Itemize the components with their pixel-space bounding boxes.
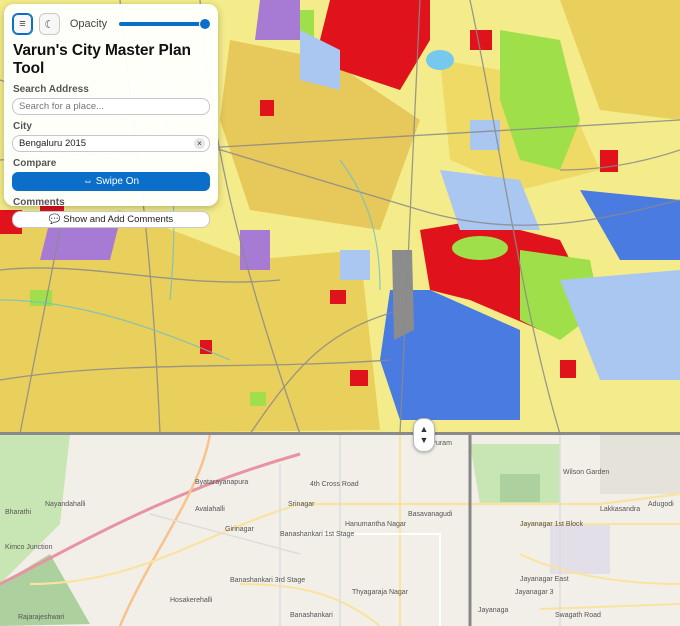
app-title: Varun's City Master Plan Tool xyxy=(13,42,191,77)
place-label: Jayanaga xyxy=(478,607,508,614)
place-label: Jayanagar East xyxy=(520,576,569,583)
chevron-up-icon: ▲ xyxy=(419,424,429,434)
place-label: Hanumantha Nagar xyxy=(345,521,407,528)
place-label: Srinagar xyxy=(288,501,315,508)
opacity-label: Opacity xyxy=(69,18,108,30)
control-panel: ≡ ☾ Opacity Varun's City Master Plan Too… xyxy=(4,4,218,228)
place-label: Jayanagar 1st Block xyxy=(520,521,584,528)
comments-label: Comments xyxy=(13,197,65,208)
swipe-toggle-button[interactable]: ⇔ Swipe On xyxy=(12,172,210,191)
place-label: Girinagar xyxy=(225,526,254,533)
search-input[interactable]: Search for a place... xyxy=(12,98,210,115)
opacity-slider[interactable] xyxy=(119,17,212,31)
place-label: Avalahalli xyxy=(195,506,225,513)
place-label: Kimco Junction xyxy=(5,544,53,551)
place-label: Wilson Garden xyxy=(563,469,609,476)
city-label: City xyxy=(13,121,32,132)
place-label: Nayandahalli xyxy=(45,501,86,508)
place-label: Adugodi xyxy=(648,501,674,508)
place-label: Banashankari 3rd Stage xyxy=(230,577,305,584)
place-label: Rajarajeshwari xyxy=(18,614,65,621)
swipe-divider[interactable] xyxy=(0,432,680,435)
place-label: Basavanagudi xyxy=(408,511,453,518)
city-value: Bengaluru 2015 xyxy=(19,138,87,149)
place-label: Bharathi xyxy=(5,509,32,516)
swipe-handle[interactable]: ▲ ▼ xyxy=(413,418,435,452)
place-label: Swagath Road xyxy=(555,612,601,619)
place-label: Jayanagar 3 xyxy=(515,589,554,596)
show-comments-button[interactable]: 💬 Show and Add Comments xyxy=(12,211,210,228)
place-label: Lakkasandra xyxy=(600,506,640,513)
place-label: 4th Cross Road xyxy=(310,481,359,488)
place-label: Banashankari 1st Stage xyxy=(280,531,354,538)
base-map[interactable]: Byatarayanapura Avalahalli Srinagar Girinag… xyxy=(0,434,680,626)
toolbar: ≡ ☾ Opacity xyxy=(12,10,212,38)
city-select[interactable]: Bengaluru 2015 × xyxy=(12,135,210,152)
opacity-slider-track xyxy=(119,22,210,26)
chevron-down-icon: ▼ xyxy=(419,435,429,445)
search-label: Search Address xyxy=(13,84,89,95)
compare-label: Compare xyxy=(13,158,57,169)
place-label: Hosakerehalli xyxy=(170,597,213,604)
opacity-slider-thumb[interactable] xyxy=(199,18,212,30)
clear-icon[interactable]: × xyxy=(194,138,205,149)
place-label: Banashankari xyxy=(290,612,333,619)
place-label: Byatarayanapura xyxy=(195,479,248,486)
hamburger-menu-icon[interactable]: ≡ xyxy=(12,13,33,35)
moon-icon[interactable]: ☾ xyxy=(38,13,60,35)
place-label: Thyagaraja Nagar xyxy=(352,589,409,596)
osm-layer: Byatarayanapura Avalahalli Srinagar Girinag… xyxy=(0,434,680,626)
